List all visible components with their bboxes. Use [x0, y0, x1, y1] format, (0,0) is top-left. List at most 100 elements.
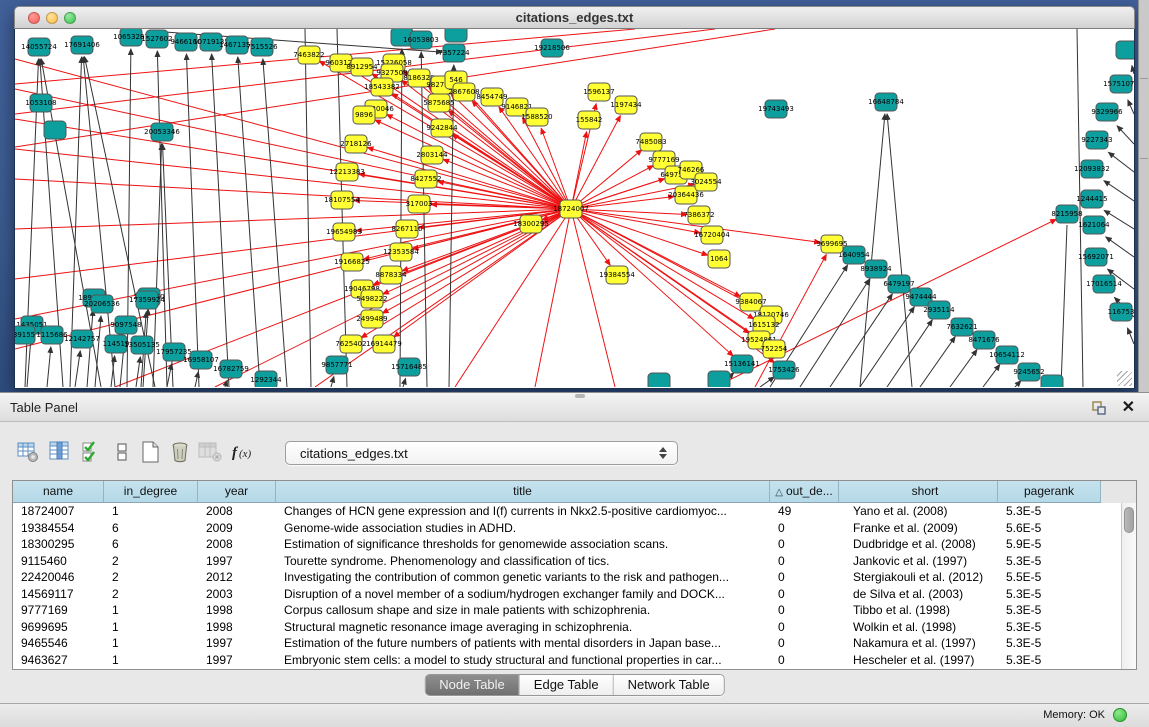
graph-edge[interactable] [212, 54, 229, 387]
table-vertical-scrollbar[interactable] [1121, 503, 1136, 669]
table-cell[interactable]: 0 [770, 652, 839, 669]
graph-node[interactable]: 8471676 [968, 331, 1000, 349]
graph-node[interactable]: 1588520 [521, 108, 552, 126]
graph-node[interactable]: 9699695 [816, 235, 847, 253]
table-cell[interactable]: Stergiakouli et al. (2012) [839, 569, 998, 586]
graph-node[interactable]: 7515526 [246, 38, 278, 56]
table-cell[interactable]: Nakamura et al. (1997) [839, 635, 998, 652]
graph-edge[interactable] [950, 350, 977, 387]
graph-node[interactable]: 19743493 [758, 100, 794, 118]
graph-node[interactable]: 2935114 [923, 301, 955, 319]
graph-edge[interactable] [15, 89, 571, 209]
column-header-short[interactable]: short [839, 481, 998, 503]
graph-node[interactable]: 155842 [576, 111, 603, 129]
table-cell[interactable]: 1997 [198, 553, 276, 570]
graph-edge[interactable] [1132, 66, 1134, 74]
memory-status-indicator[interactable] [1113, 708, 1127, 722]
table-cell[interactable]: 0 [770, 619, 839, 636]
table-cell[interactable]: 1 [104, 503, 198, 520]
column-header-out_de[interactable]: △out_de... [770, 481, 839, 503]
column-header-pagerank[interactable]: pagerank [998, 481, 1101, 503]
graph-edge[interactable] [1104, 181, 1134, 201]
table-cell[interactable]: 1 [104, 635, 198, 652]
graph-edge[interactable] [1128, 100, 1134, 114]
delete-table-icon[interactable] [166, 438, 193, 465]
graph-node[interactable]: 15692071 [1078, 248, 1114, 266]
graph-node[interactable]: 10654112 [989, 346, 1025, 364]
table-cell[interactable]: 2003 [198, 586, 276, 603]
table-cell[interactable]: 0 [770, 536, 839, 553]
graph-node[interactable]: 18300295 [513, 215, 549, 233]
table-cell[interactable]: 18300295 [13, 536, 104, 553]
graph-node[interactable]: 19218506 [534, 39, 570, 57]
table-cell[interactable]: 5.9E-5 [998, 536, 1101, 553]
table-cell[interactable]: 2 [104, 553, 198, 570]
table-row[interactable]: 911546021997Tourette syndrome. Phenomeno… [13, 553, 1136, 570]
graph-node[interactable]: 1244415 [1076, 190, 1107, 208]
network-graph[interactable]: 1405572417691406106532871527602946616010… [15, 29, 1134, 387]
table-cell[interactable]: 49 [770, 503, 839, 520]
table-cell[interactable]: Embryonic stem cells: a model to study s… [276, 652, 770, 669]
table-cell[interactable]: Hescheler et al. (1997) [839, 652, 998, 669]
table-cell[interactable]: Tibbo et al. (1998) [839, 602, 998, 619]
graph-edge[interactable] [15, 119, 571, 209]
graph-edge[interactable] [1109, 152, 1134, 172]
table-cell[interactable]: 6 [104, 536, 198, 553]
table-cell[interactable]: 0 [770, 586, 839, 603]
window-resize-grip[interactable] [1117, 371, 1132, 386]
graph-node[interactable]: 9097548 [110, 316, 141, 334]
graph-edge[interactable] [47, 347, 51, 387]
graph-edge[interactable] [263, 59, 287, 387]
table-row[interactable]: 1938455462009Genome-wide association stu… [13, 520, 1136, 537]
table-cell[interactable]: 9115460 [13, 553, 104, 570]
new-table-icon[interactable] [136, 438, 163, 465]
graph-node[interactable]: 9329966 [1091, 103, 1123, 121]
table-cell[interactable]: 14569117 [13, 586, 104, 603]
graph-node[interactable]: 15716485 [391, 358, 427, 376]
graph-node[interactable]: 17016514 [1086, 275, 1122, 293]
graph-node[interactable]: 9857771 [321, 356, 352, 374]
graph-node[interactable]: 1753426 [768, 361, 800, 379]
graph-node[interactable]: 39155 [15, 326, 35, 344]
float-panel-icon[interactable] [1091, 400, 1107, 416]
graph-edge[interactable] [331, 377, 334, 387]
graph-node[interactable]: 1527602 [141, 30, 172, 48]
table-cell[interactable]: 9777169 [13, 602, 104, 619]
graph-node[interactable] [1116, 41, 1134, 59]
network-window-titlebar[interactable]: citations_edges.txt [14, 6, 1135, 29]
graph-edge[interactable] [136, 357, 140, 387]
table-cell[interactable]: Structural magnetic resonance image aver… [276, 619, 770, 636]
table-cell[interactable]: 5.3E-5 [998, 503, 1101, 520]
graph-edge[interactable] [95, 316, 101, 387]
graph-node[interactable]: 116753 [1108, 303, 1134, 321]
table-cell[interactable]: 2012 [198, 569, 276, 586]
graph-node[interactable]: 12142757 [64, 330, 100, 348]
tab-network-table[interactable]: Network Table [614, 675, 724, 695]
table-cell[interactable]: 1997 [198, 635, 276, 652]
table-cell[interactable]: Corpus callosum shape and size in male p… [276, 602, 770, 619]
graph-node[interactable]: 15136141 [724, 355, 760, 373]
graph-node[interactable]: 1197434 [610, 96, 642, 114]
graph-node[interactable]: 2803144 [416, 146, 448, 164]
table-cell[interactable]: 5.3E-5 [998, 602, 1101, 619]
table-cell[interactable]: 5.3E-5 [998, 652, 1101, 669]
table-row[interactable]: 969969511998Structural magnetic resonanc… [13, 619, 1136, 636]
table-cell[interactable]: 1 [104, 602, 198, 619]
graph-node[interactable]: 1292344 [250, 371, 282, 387]
graph-node[interactable]: 7386372 [683, 206, 714, 224]
graph-edge[interactable] [15, 149, 571, 209]
table-cell[interactable]: 5.3E-5 [998, 619, 1101, 636]
graph-edge[interactable] [535, 209, 571, 387]
graph-node[interactable]: 12213383 [329, 163, 365, 181]
table-settings-icon[interactable] [14, 438, 41, 465]
table-cell[interactable]: Changes of HCN gene expression and I(f) … [276, 503, 770, 520]
graph-node[interactable]: 9896 [353, 106, 375, 124]
table-cell[interactable]: Wolkin et al. (1998) [839, 619, 998, 636]
table-cell[interactable]: 0 [770, 520, 839, 537]
table-cell[interactable]: Dudbridge et al. (2008) [839, 536, 998, 553]
graph-node[interactable]: 17691406 [64, 36, 100, 54]
graph-edge[interactable] [800, 279, 870, 387]
graph-node[interactable]: 752254 [761, 340, 788, 358]
graph-node[interactable]: 9245652 [1013, 363, 1044, 381]
graph-node[interactable]: 2499489 [356, 310, 387, 328]
